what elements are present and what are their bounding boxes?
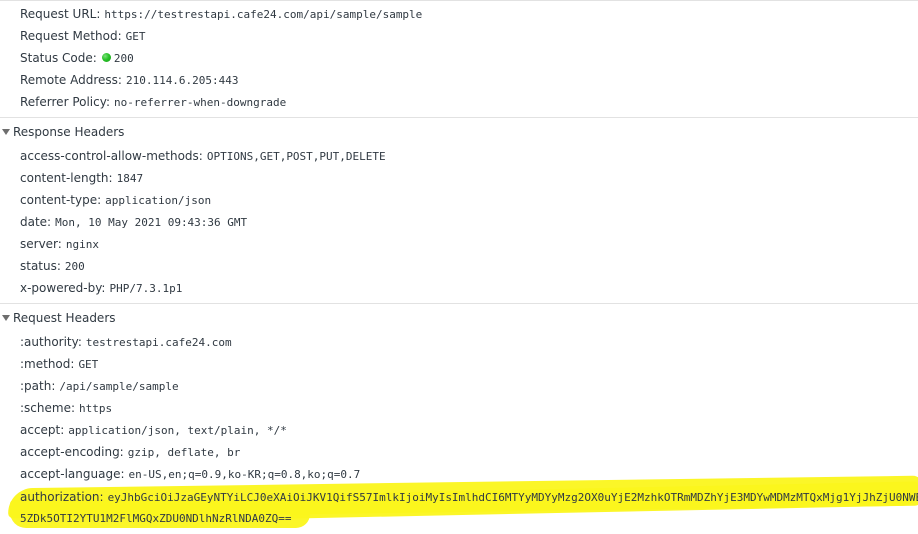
header-key: x-powered-by: xyxy=(20,281,106,295)
header-key: :authority: xyxy=(20,335,82,349)
response-header-row[interactable]: content-type: application/json xyxy=(20,189,211,211)
response-header-row[interactable]: server: nginx xyxy=(20,233,99,255)
header-key: Referrer Policy: xyxy=(20,95,110,109)
request-header-row[interactable]: :authority: testrestapi.cafe24.com xyxy=(20,331,232,353)
authorization-token-continuation: 5ZDk5OTI2YTU1M2FlMGQxZDU0NDlhNzRlNDA0ZQ=… xyxy=(20,512,292,525)
header-key: accept-language: xyxy=(20,467,125,481)
general-row-request-url[interactable]: Request URL: https://testrestapi.cafe24.c… xyxy=(20,3,422,25)
request-header-row[interactable]: accept-encoding: gzip, deflate, br xyxy=(20,441,240,463)
request-header-row[interactable]: :method: GET xyxy=(20,353,98,375)
request-header-row[interactable]: :path:/api/sample/sample xyxy=(20,375,179,397)
header-key: :path: xyxy=(20,379,56,393)
response-header-row[interactable]: access-control-allow-methods: OPTIONS,GET… xyxy=(20,145,386,167)
header-value: en-US,en;q=0.9,ko-KR;q=0.8,ko;q=0.7 xyxy=(128,468,361,481)
header-value: https://testrestapi.cafe24.com/api/sampl… xyxy=(104,8,423,21)
header-key: access-control-allow-methods: xyxy=(20,149,203,163)
header-value: OPTIONS,GET,POST,PUT,DELETE xyxy=(206,150,386,163)
response-header-row[interactable]: content-length: 1847 xyxy=(20,167,143,189)
response-headers-toggle[interactable]: Response Headers xyxy=(0,119,124,145)
section-divider xyxy=(0,117,918,118)
header-value: testrestapi.cafe24.com xyxy=(85,336,232,349)
status-ok-icon xyxy=(101,53,111,62)
header-value: 200 xyxy=(113,52,134,65)
header-value: application/json, text/plain, */* xyxy=(68,424,287,437)
general-row-status-code[interactable]: Status Code: 200 xyxy=(20,47,134,69)
header-value: PHP/7.3.1p1 xyxy=(109,282,183,295)
response-header-row[interactable]: status: 200 xyxy=(20,255,85,277)
header-value: application/json xyxy=(105,194,212,207)
response-header-row[interactable]: date: Mon, 10 May 2021 09:43:36 GMT xyxy=(20,211,247,233)
header-value: 210.114.6.205:443 xyxy=(125,74,239,87)
general-row-request-method[interactable]: Request Method: GET xyxy=(20,25,145,47)
section-divider xyxy=(0,303,918,304)
header-value: GET xyxy=(125,30,146,43)
header-key: accept-encoding: xyxy=(20,445,124,459)
header-value: 1847 xyxy=(116,172,144,185)
response-header-row[interactable]: x-powered-by: PHP/7.3.1p1 xyxy=(20,277,182,299)
header-value: https xyxy=(79,402,113,415)
header-value: no-referrer-when-downgrade xyxy=(114,96,287,109)
header-value: /api/sample/sample xyxy=(59,380,179,393)
request-headers-toggle[interactable]: Request Headers xyxy=(0,305,116,331)
authorization-token-value: eyJhbGciOiJzaGEyNTYiLCJ0eXAiOiJKV1QifS57… xyxy=(107,491,918,504)
general-row-referrer-policy[interactable]: Referrer Policy: no-referrer-when-downgra… xyxy=(20,91,286,113)
top-border xyxy=(0,0,918,1)
header-value: GET xyxy=(78,358,99,371)
header-key: server: xyxy=(20,237,62,251)
header-key: date: xyxy=(20,215,52,229)
header-key: Status Code: xyxy=(20,51,97,65)
header-value: 200 xyxy=(64,260,85,273)
triangle-down-icon xyxy=(2,315,10,321)
header-key: accept: xyxy=(20,423,65,437)
header-key: authorization: xyxy=(20,490,104,504)
header-value: gzip, deflate, br xyxy=(127,446,241,459)
request-header-row[interactable]: accept: application/json, text/plain, */* xyxy=(20,419,287,441)
header-key: Request Method: xyxy=(20,29,122,43)
triangle-down-icon xyxy=(2,129,10,135)
header-key: content-type: xyxy=(20,193,102,207)
header-value: nginx xyxy=(65,238,99,251)
header-value: Mon, 10 May 2021 09:43:36 GMT xyxy=(55,216,248,229)
section-title: Request Headers xyxy=(13,311,116,325)
section-title: Response Headers xyxy=(13,125,125,139)
header-key: :method: xyxy=(20,357,75,371)
request-header-row-authorization[interactable]: authorization: eyJhbGciOiJzaGEyNTYiLCJ0eX… xyxy=(20,486,918,508)
header-key: content-length: xyxy=(20,171,113,185)
header-key: Request URL: xyxy=(20,7,101,21)
general-row-remote-address[interactable]: Remote Address: 210.114.6.205:443 xyxy=(20,69,239,91)
header-key: status: xyxy=(20,259,61,273)
header-key: Remote Address: xyxy=(20,73,122,87)
request-header-row[interactable]: :scheme: https xyxy=(20,397,112,419)
header-key: :scheme: xyxy=(20,401,75,415)
request-header-row[interactable]: accept-language: en-US,en;q=0.9,ko-KR;q=0… xyxy=(20,463,360,485)
